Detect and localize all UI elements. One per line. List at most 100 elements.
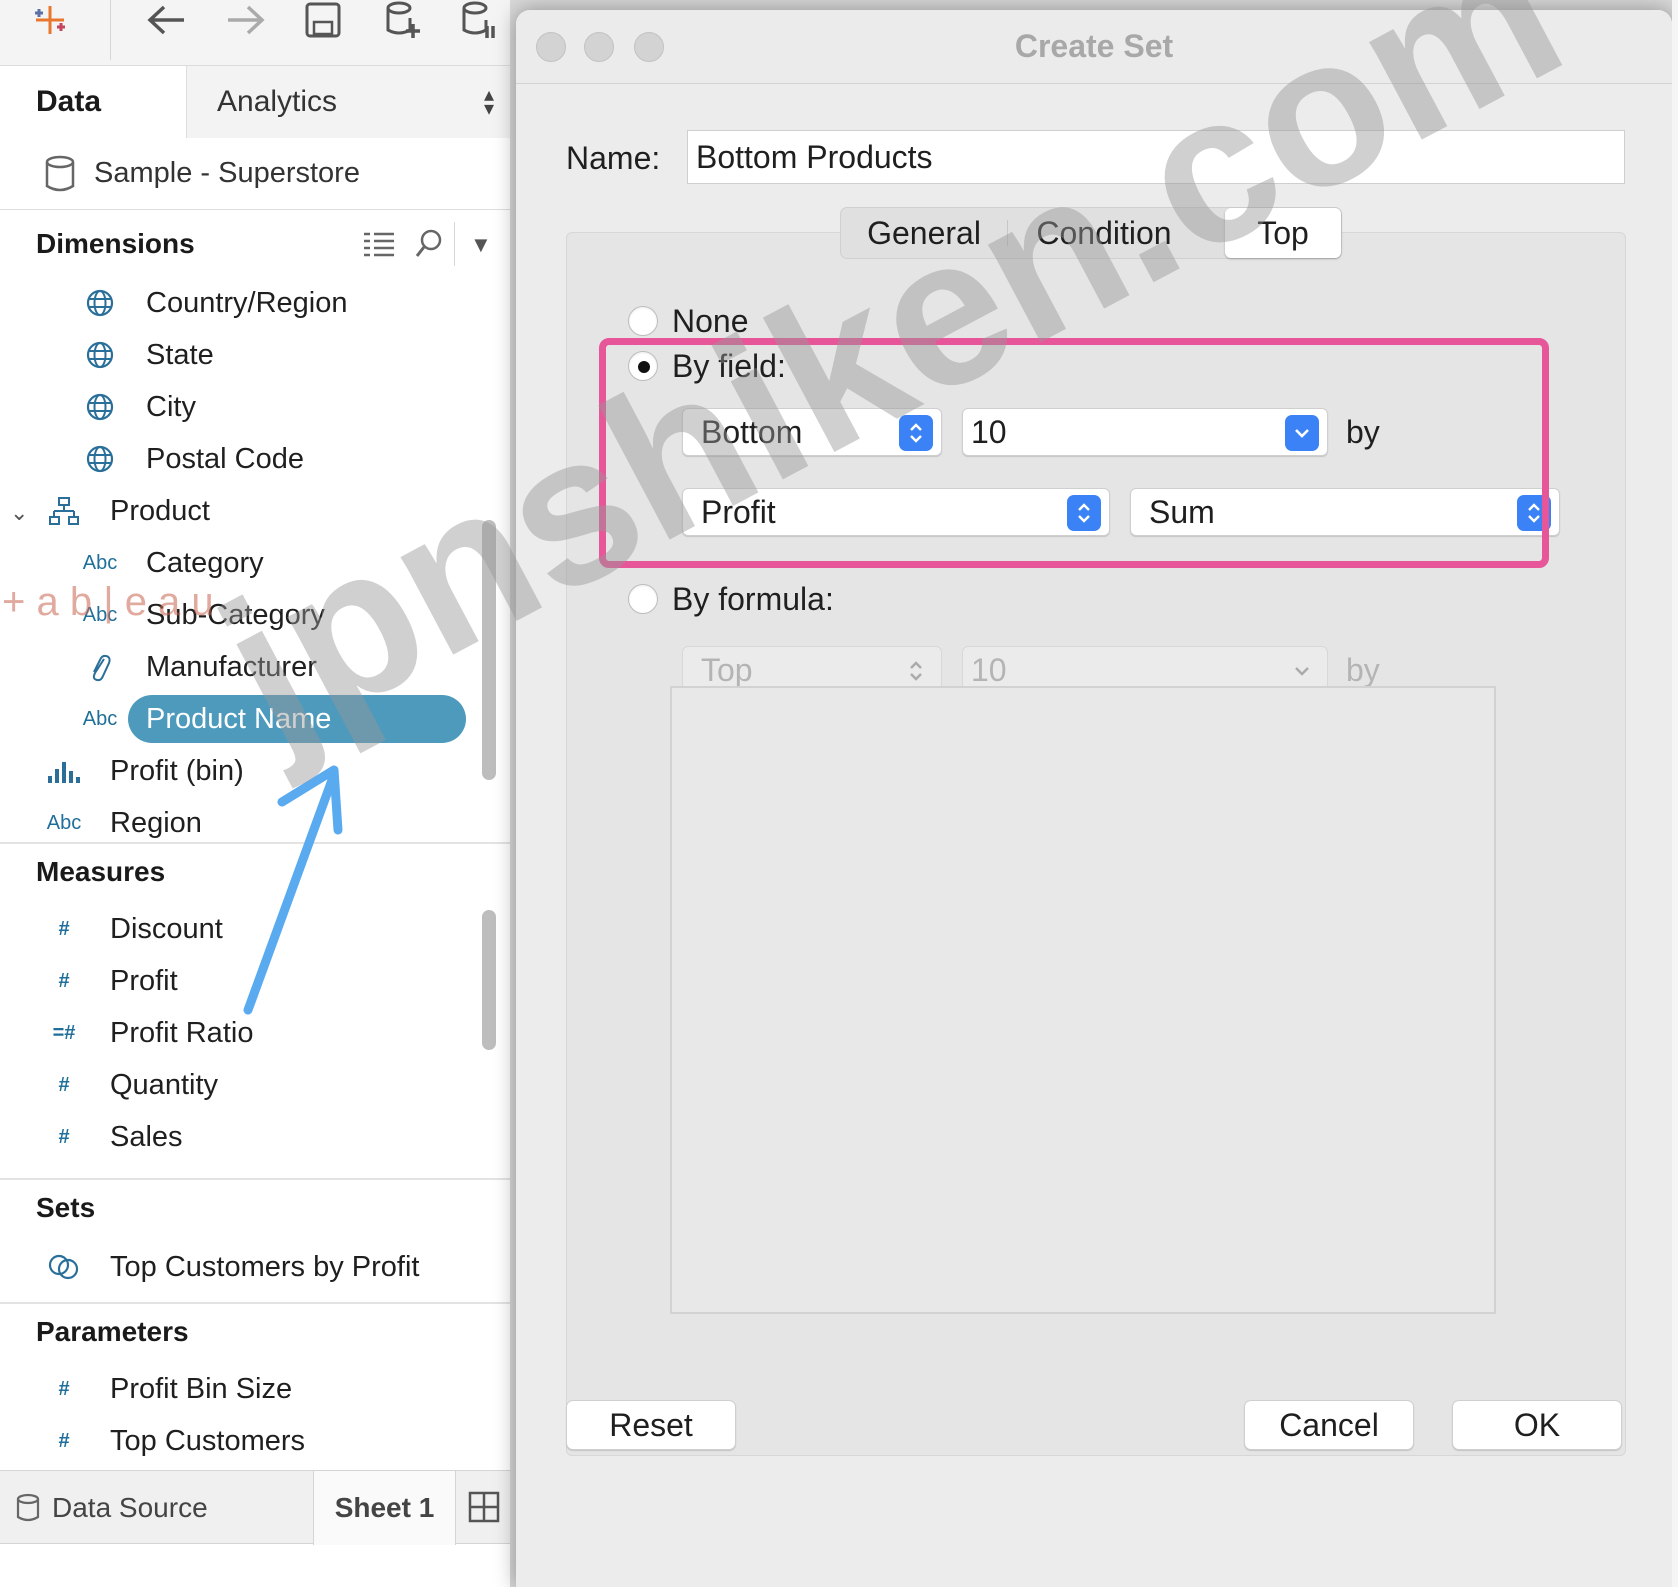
field-region[interactable]: Abc Region	[44, 800, 202, 846]
field-discount[interactable]: # Discount	[44, 906, 223, 952]
back-arrow-icon[interactable]	[138, 0, 194, 40]
tab-data[interactable]: Data	[0, 66, 186, 138]
abc-icon: Abc	[82, 603, 118, 626]
tab-condition[interactable]: Condition	[1008, 208, 1200, 258]
divider	[0, 1178, 510, 1180]
updown-arrow-icon: ▴ ▾	[483, 84, 494, 120]
measures-scrollbar[interactable]	[482, 910, 496, 1050]
divider	[454, 222, 455, 266]
field-category[interactable]: Abc Category	[80, 540, 264, 586]
field-profit-bin[interactable]: Profit (bin)	[44, 748, 244, 794]
create-set-dialog: Create Set Name: General Condition Top N…	[516, 10, 1672, 1587]
field-manufacturer[interactable]: Manufacturer	[80, 644, 317, 690]
chevron-down-icon[interactable]: ⌄	[10, 500, 28, 526]
set-name-input[interactable]	[687, 130, 1625, 184]
tab-general[interactable]: General	[841, 208, 1007, 258]
tab-data-source-label: Data Source	[52, 1492, 208, 1523]
field-profit-ratio[interactable]: =# Profit Ratio	[44, 1010, 254, 1056]
field-city[interactable]: City	[80, 384, 196, 430]
formula-direction-value: Top	[701, 651, 753, 688]
ok-button[interactable]: OK	[1452, 1400, 1622, 1450]
field-quantity[interactable]: # Quantity	[44, 1062, 218, 1108]
sets-heading: Sets	[36, 1192, 96, 1223]
datasource-item[interactable]: Sample - Superstore	[0, 138, 510, 210]
field-top-customers[interactable]: # Top Customers	[44, 1418, 305, 1464]
save-icon[interactable]	[298, 0, 348, 40]
dimensions-heading: Dimensions	[36, 228, 195, 259]
reset-button[interactable]: Reset	[566, 1400, 736, 1450]
globe-icon	[80, 288, 120, 318]
tableau-logo-icon[interactable]	[28, 0, 72, 40]
abc-icon: Abc	[46, 811, 82, 834]
new-data-source-icon[interactable]	[378, 0, 428, 40]
search-icon[interactable]	[414, 228, 444, 265]
field-label: City	[146, 390, 196, 423]
data-pane: Data Analytics ▴ ▾ Sample - Superstore Di…	[0, 0, 510, 1587]
number-icon: #	[58, 917, 70, 940]
tab-data-source[interactable]: Data Source	[0, 1471, 314, 1545]
tab-top[interactable]: Top	[1225, 208, 1341, 258]
dropdown-caret-icon[interactable]: ▼	[470, 232, 492, 258]
field-product-name[interactable]: Product Name	[128, 695, 466, 743]
field-label: Postal Code	[146, 442, 304, 475]
updown-chevron-icon	[899, 653, 933, 689]
field-label: Country/Region	[146, 286, 348, 319]
toolbar	[0, 0, 510, 66]
forward-arrow-icon[interactable]	[218, 0, 274, 40]
field-label: Product	[110, 494, 210, 527]
globe-icon	[80, 340, 120, 370]
field-label: Profit Ratio	[110, 1016, 254, 1049]
dialog-titlebar: Create Set	[516, 10, 1672, 84]
field-label: Sales	[110, 1120, 183, 1153]
field-label: Manufacturer	[146, 650, 317, 683]
number-icon: #	[58, 1073, 70, 1096]
dimensions-scrollbar[interactable]	[482, 520, 496, 780]
field-postal-code[interactable]: Postal Code	[80, 436, 304, 482]
name-label: Name:	[566, 140, 661, 176]
number-icon: #	[58, 969, 70, 992]
field-label: Discount	[110, 912, 223, 945]
field-product-hierarchy[interactable]: Product	[44, 488, 210, 534]
window-edge	[1672, 0, 1678, 1587]
list-view-icon[interactable]	[362, 230, 396, 263]
measures-heading: Measures	[36, 856, 166, 887]
field-sales[interactable]: # Sales	[44, 1114, 183, 1160]
field-profit[interactable]: # Profit	[44, 958, 178, 1004]
number-icon: #	[58, 1377, 70, 1400]
globe-icon	[80, 444, 120, 474]
tab-analytics[interactable]: Analytics ▴ ▾	[186, 66, 510, 138]
dialog-title: Create Set	[1014, 28, 1174, 64]
dialog-tabs: General Condition Top	[840, 207, 1342, 259]
tab-analytics-label: Analytics	[217, 85, 338, 118]
field-profit-bin-size[interactable]: # Profit Bin Size	[44, 1366, 292, 1412]
toolbar-separator	[110, 0, 111, 60]
calculated-number-icon: =#	[52, 1021, 76, 1044]
formula-editor	[670, 686, 1496, 1314]
field-label: Profit (bin)	[110, 754, 244, 787]
cancel-button[interactable]: Cancel	[1244, 1400, 1414, 1450]
globe-icon	[80, 392, 120, 422]
database-icon	[16, 1493, 40, 1522]
radio-none[interactable]	[628, 306, 658, 336]
datasource-name: Sample - Superstore	[94, 157, 360, 189]
new-worksheet-icon[interactable]	[468, 1491, 500, 1523]
field-top-customers-by-profit[interactable]: Top Customers by Profit	[44, 1244, 419, 1290]
field-label: Quantity	[110, 1068, 218, 1101]
field-label: State	[146, 338, 214, 371]
set-icon	[44, 1252, 84, 1282]
field-country-region[interactable]: Country/Region	[80, 280, 348, 326]
radio-by-formula-label: By formula:	[672, 581, 834, 617]
number-icon: #	[58, 1125, 70, 1148]
database-icon	[45, 155, 75, 191]
field-state[interactable]: State	[80, 332, 214, 378]
divider	[0, 1302, 510, 1304]
hierarchy-icon	[44, 496, 84, 526]
formula-by-label: by	[1346, 652, 1380, 688]
pause-updates-icon[interactable]	[454, 0, 504, 40]
radio-by-formula[interactable]	[628, 584, 658, 614]
tab-sheet-1[interactable]: Sheet 1	[314, 1471, 456, 1545]
paperclip-icon	[80, 651, 120, 683]
field-label: Profit	[110, 964, 178, 997]
field-sub-category[interactable]: Abc Sub-Category	[80, 592, 325, 638]
field-label: Category	[146, 546, 264, 579]
